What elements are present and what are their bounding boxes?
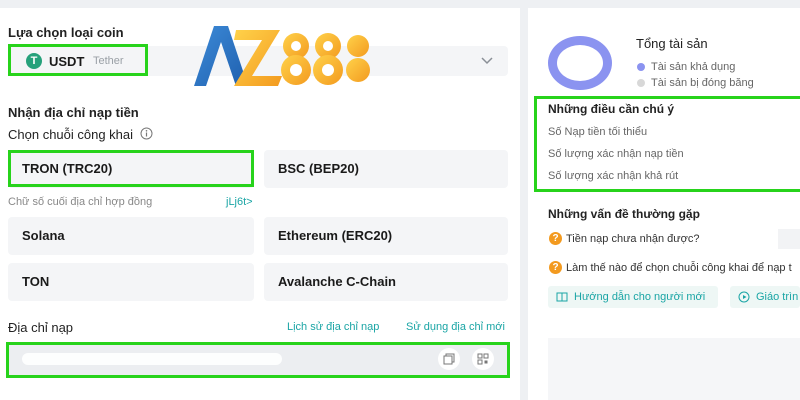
copy-button[interactable] (438, 348, 460, 370)
legend-frozen: Tài sản bị đóng băng (651, 77, 754, 89)
note-min-deposit: Số Nạp tiền tối thiểu (548, 126, 648, 138)
chevron-down-icon[interactable] (480, 53, 494, 67)
chain-highlight-box (8, 150, 254, 187)
blurred-content-block (548, 338, 800, 400)
contract-suffix-link[interactable]: jLj6t> (226, 196, 253, 208)
note-deposit-confirmations: Số lượng xác nhận nạp tiền (548, 148, 684, 160)
chain-option-bsc[interactable]: BSC (BEP20) (264, 150, 508, 188)
notes-title: Những điều cần chú ý (548, 102, 675, 116)
chain-option-avalanche[interactable]: Avalanche C-Chain (264, 263, 508, 301)
coin-code: USDT (49, 54, 85, 69)
coin-name: Tether (93, 55, 124, 67)
address-highlight-box (6, 342, 510, 378)
assets-title: Tổng tài sản (636, 36, 708, 51)
new-address-link[interactable]: Sử dụng địa chỉ mới (406, 321, 505, 333)
guide-newbie-button[interactable]: Hướng dẫn cho người mới (548, 286, 718, 308)
question-icon: ? (549, 261, 562, 274)
deposit-title: Nhận địa chỉ nạp tiền (8, 105, 139, 120)
faq-arrow-button[interactable] (778, 229, 800, 249)
legend-available: Tài sản khả dụng (651, 61, 736, 73)
tether-icon: T (26, 53, 42, 69)
copy-icon (443, 353, 455, 365)
faq-item-choose-chain[interactable]: Làm thế nào để chọn chuỗi công khai để n… (566, 262, 792, 274)
legend-dot-available (637, 63, 645, 71)
contract-hint: Chữ số cuối địa chỉ hợp đồng (8, 196, 153, 208)
chain-option-ethereum[interactable]: Ethereum (ERC20) (264, 217, 508, 255)
az888-logo (194, 26, 370, 86)
assets-donut-chart (548, 36, 612, 90)
address-history-link[interactable]: Lịch sử địa chỉ nạp (287, 321, 379, 333)
tutorial-button[interactable]: Giáo trìn (730, 286, 800, 308)
chain-option-ton[interactable]: TON (8, 263, 254, 301)
qr-code-icon (477, 353, 489, 365)
faq-item-not-received[interactable]: Tiền nạp chưa nhận được? (566, 233, 699, 245)
chain-option-solana[interactable]: Solana (8, 217, 254, 255)
tutorial-label: Giáo trìn (756, 291, 799, 303)
question-icon: ? (549, 232, 562, 245)
guide-newbie-label: Hướng dẫn cho người mới (574, 291, 706, 303)
note-withdraw-confirmations: Số lượng xác nhận khả rút (548, 170, 679, 182)
book-icon (556, 292, 568, 302)
qr-button[interactable] (472, 348, 494, 370)
play-circle-icon (738, 291, 750, 303)
info-icon[interactable] (140, 127, 153, 140)
legend-dot-frozen (637, 79, 645, 87)
coin-section-title: Lựa chọn loại coin (8, 25, 124, 40)
faq-title: Những vấn đề thường gặp (548, 207, 700, 221)
chain-label: Chọn chuỗi công khai (8, 127, 134, 142)
address-label: Địa chỉ nạp (8, 320, 74, 335)
